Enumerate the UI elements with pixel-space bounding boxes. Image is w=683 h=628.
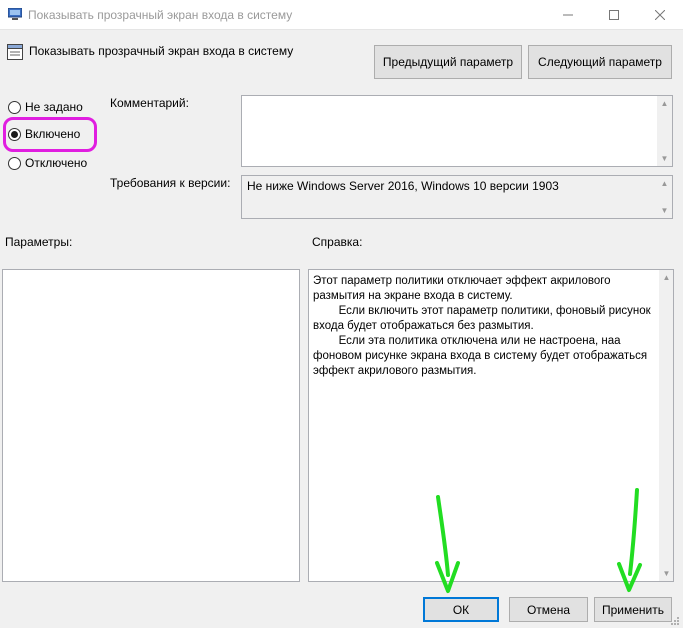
- previous-setting-button[interactable]: Предыдущий параметр: [374, 45, 522, 79]
- params-panel: [2, 269, 300, 582]
- close-button[interactable]: [637, 0, 683, 30]
- comment-scrollbar[interactable]: ▲ ▼: [657, 96, 672, 166]
- radio-label: Отключено: [25, 156, 88, 170]
- radio-label: Не задано: [25, 100, 83, 114]
- scroll-up-icon[interactable]: ▲: [659, 270, 674, 285]
- help-label: Справка:: [312, 235, 363, 249]
- version-scrollbar[interactable]: ▲ ▼: [657, 176, 672, 218]
- help-panel: Этот параметр политики отключает эффект …: [308, 269, 660, 582]
- window-title: Показывать прозрачный экран входа в сист…: [28, 8, 293, 22]
- params-label: Параметры:: [5, 235, 73, 249]
- help-paragraph: Если эта политика отключена или не настр…: [313, 335, 651, 377]
- help-scrollbar[interactable]: ▲ ▼: [659, 269, 674, 582]
- scroll-up-icon[interactable]: ▲: [657, 96, 672, 111]
- scroll-down-icon[interactable]: ▼: [659, 566, 674, 581]
- comment-textarea[interactable]: [241, 95, 673, 167]
- next-setting-button[interactable]: Следующий параметр: [528, 45, 672, 79]
- maximize-button[interactable]: [591, 0, 637, 30]
- minimize-icon: [563, 14, 573, 16]
- resize-grip-icon[interactable]: [668, 614, 680, 626]
- scroll-down-icon[interactable]: ▼: [657, 203, 672, 218]
- scroll-down-icon[interactable]: ▼: [657, 151, 672, 166]
- version-value: Не ниже Windows Server 2016, Windows 10 …: [247, 179, 559, 193]
- radio-dot: [8, 156, 21, 170]
- help-paragraph: Если включить этот параметр политики, фо…: [313, 305, 654, 332]
- comment-label: Комментарий:: [110, 96, 189, 110]
- arrow-annotation-ok: [435, 495, 460, 593]
- minimize-button[interactable]: [545, 0, 591, 30]
- ok-button[interactable]: ОК: [423, 597, 499, 622]
- policy-title: Показывать прозрачный экран входа в сист…: [29, 44, 294, 58]
- version-label: Требования к версии:: [110, 176, 231, 190]
- cancel-button[interactable]: Отмена: [509, 597, 588, 622]
- scroll-up-icon[interactable]: ▲: [657, 176, 672, 191]
- apply-button[interactable]: Применить: [594, 597, 672, 622]
- policy-icon: [8, 8, 22, 20]
- arrow-annotation-apply: [617, 488, 642, 592]
- help-paragraph: Этот параметр политики отключает эффект …: [313, 275, 614, 302]
- enabled-highlight: [3, 117, 97, 152]
- radio-disabled[interactable]: Отключено: [8, 156, 87, 170]
- maximize-icon: [609, 10, 619, 20]
- setting-icon: [7, 44, 23, 60]
- version-field: Не ниже Windows Server 2016, Windows 10 …: [241, 175, 673, 219]
- title-bar: Показывать прозрачный экран входа в сист…: [0, 0, 683, 30]
- radio-dot: [8, 100, 21, 114]
- radio-not-configured[interactable]: Не задано: [8, 100, 83, 114]
- close-icon: [655, 10, 665, 20]
